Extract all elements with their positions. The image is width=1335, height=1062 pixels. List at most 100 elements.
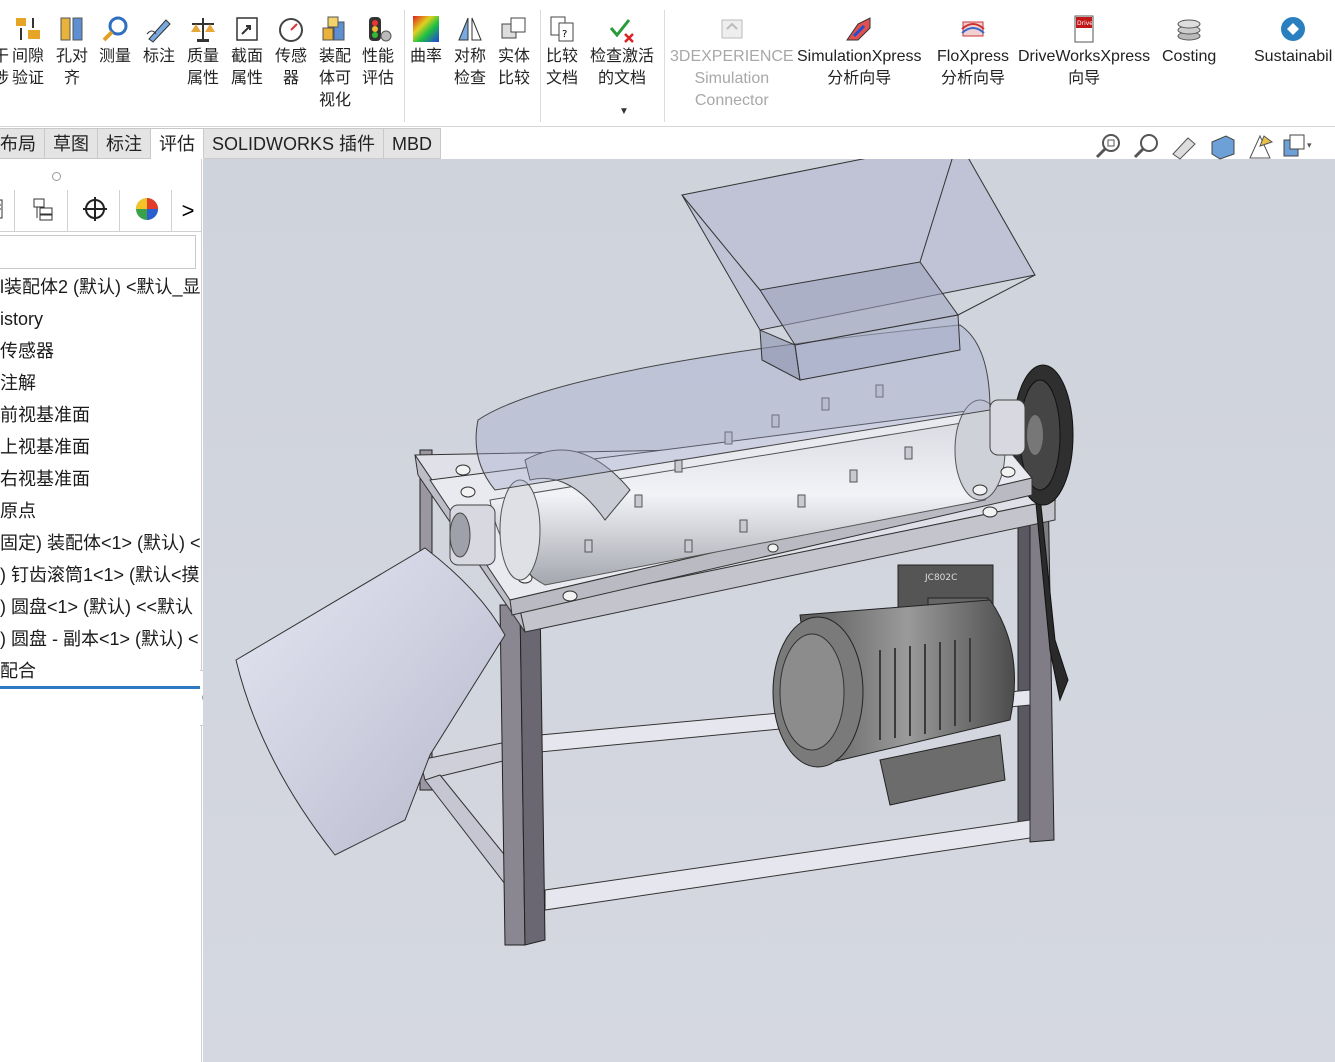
check-document-dropdown-arrow[interactable]: ▼ [619, 106, 629, 117]
panel-grip-handle[interactable] [52, 172, 61, 181]
hole-alignment-icon [57, 14, 87, 44]
model-3d-render[interactable]: JC802C [203, 159, 1335, 1062]
compare-documents-icon: ? [547, 14, 577, 44]
tree-filter-input[interactable] [0, 235, 196, 269]
property-manager-icon [30, 196, 56, 227]
tree-item-mates[interactable]: 配合 [0, 655, 202, 687]
tree-item-origin[interactable]: 原点 [0, 495, 202, 527]
tree-item-front-plane[interactable]: 前视基准面 [0, 399, 202, 431]
tree-item-history[interactable]: istory [0, 303, 202, 335]
tree-item-annotations[interactable]: 注解 [0, 367, 202, 399]
tree-item-disc[interactable]: ) 圆盘<1> (默认) <<默认 [0, 591, 202, 623]
costing-icon [1174, 14, 1204, 44]
check-active-document-icon [607, 14, 637, 44]
sensor-icon [276, 14, 306, 44]
appearance-tab[interactable] [122, 190, 172, 232]
tree-item-fixed-subassembly[interactable]: 固定) 装配体<1> (默认) < [0, 527, 202, 559]
driveworksxpress-label: DriveWorksXpress 向导 [1018, 48, 1151, 87]
clearance-verification-icon [13, 14, 43, 44]
zoom-to-fit-button[interactable] [1093, 133, 1123, 163]
symmetry-check-button[interactable]: 对称 检查 [454, 14, 486, 90]
floxpress-button[interactable]: FloXpress 分析向导 [937, 14, 1009, 90]
check-active-document-label: 检查激活 的文档 [590, 48, 655, 87]
tree-rollback-bar[interactable] [0, 686, 200, 689]
markup-label: 标注 [143, 48, 176, 65]
tree-item-top-plane[interactable]: 上视基准面 [0, 431, 202, 463]
clearance-verification-button[interactable]: 间隙 验证 [12, 14, 44, 90]
tab-evaluate[interactable]: 评估 [151, 128, 204, 159]
graphics-viewport[interactable]: JC802C [203, 159, 1335, 1062]
performance-evaluation-label: 性能 评估 [362, 48, 395, 87]
hole-alignment-button[interactable]: 孔对 齐 [56, 14, 88, 90]
compare-bodies-label: 实体 比较 [498, 48, 531, 87]
tab-mbd[interactable]: MBD [384, 128, 442, 159]
truncated-ribbon-label: 干 涉 [0, 48, 9, 87]
assembly-visualization-button[interactable]: 装配 体可 视化 [319, 14, 351, 112]
compare-documents-label: 比较 文档 [546, 48, 579, 87]
sustainability-label: Sustainabil [1254, 48, 1333, 65]
section-view-button[interactable] [1207, 133, 1237, 163]
compare-documents-button[interactable]: ? 比较 文档 [546, 14, 578, 90]
mass-properties-button[interactable]: 质量 属性 [187, 14, 219, 90]
view-orientation-icon [1246, 132, 1274, 165]
svg-text:?: ? [562, 29, 567, 40]
mass-properties-icon [188, 14, 218, 44]
previous-view-button[interactable] [1169, 133, 1199, 163]
property-manager-tab[interactable] [18, 190, 68, 232]
compare-bodies-icon [499, 14, 529, 44]
section-properties-button[interactable]: 截面 属性 [231, 14, 263, 90]
section-properties-icon [232, 14, 262, 44]
display-style-button[interactable]: ▾ [1283, 133, 1313, 163]
simulationxpress-button[interactable]: SimulationXpress 分析向导 [797, 14, 922, 90]
panel-expand-arrow[interactable]: > [174, 190, 202, 232]
driveworksxpress-icon: Drive [1069, 14, 1099, 44]
sustainability-icon [1278, 14, 1308, 44]
command-manager-ribbon: 干 涉 间隙 验证 孔对 齐 测量 标注 质量 属性 截面 属性 传感 器 装配… [0, 0, 1335, 127]
feature-manager-tab[interactable] [0, 190, 15, 232]
appearance-icon [134, 196, 160, 227]
previous-view-icon [1170, 132, 1198, 165]
markup-icon [144, 14, 174, 44]
tree-item-sensors[interactable]: 传感器 [0, 335, 202, 367]
sustainability-button[interactable]: Sustainabil [1254, 14, 1332, 68]
feature-manager-icon [0, 197, 4, 226]
costing-button[interactable]: Costing [1162, 14, 1216, 68]
curvature-button[interactable]: 曲率 [410, 14, 442, 68]
tab-markup[interactable]: 标注 [98, 128, 151, 159]
symmetry-check-icon [455, 14, 485, 44]
measure-button[interactable]: 测量 [99, 14, 131, 68]
view-orientation-button[interactable] [1245, 133, 1275, 163]
tab-layout[interactable]: 布局 [0, 128, 45, 159]
clearance-verification-label: 间隙 验证 [12, 48, 45, 87]
zoom-area-button[interactable] [1131, 133, 1161, 163]
tab-solidworks-addins[interactable]: SOLIDWORKS 插件 [204, 128, 385, 159]
assembly-visualization-icon [320, 14, 350, 44]
svg-text:Drive: Drive [1077, 20, 1093, 27]
tree-item-pin-drum[interactable]: ) 钉齿滚筒1<1> (默认<摸 [0, 559, 202, 591]
tree-item-top-assembly[interactable]: l装配体2 (默认) <默认_显 [0, 271, 202, 303]
tree-item-right-plane[interactable]: 右视基准面 [0, 463, 202, 495]
ribbon-separator [404, 10, 405, 122]
measure-label: 测量 [99, 48, 132, 65]
heads-up-view-toolbar: ▾ [1093, 133, 1313, 163]
performance-evaluation-button[interactable]: 性能 评估 [362, 14, 394, 90]
check-active-document-button[interactable]: 检查激活 的文档 [590, 14, 654, 90]
3dexperience-connector-button[interactable]: 3DEXPERIENCE Simulation Connector [670, 14, 794, 112]
command-manager-tabs: 布局 草图 标注 评估 SOLIDWORKS 插件 MBD [0, 128, 442, 159]
costing-label: Costing [1162, 48, 1217, 65]
symmetry-check-label: 对称 检查 [454, 48, 487, 87]
3dexperience-connector-icon [717, 14, 747, 44]
zoom-area-icon [1132, 132, 1160, 165]
simulationxpress-icon [844, 14, 874, 44]
driveworksxpress-button[interactable]: Drive DriveWorksXpress 向导 [1018, 14, 1150, 90]
tab-sketch[interactable]: 草图 [45, 128, 98, 159]
simulationxpress-label: SimulationXpress 分析向导 [797, 48, 922, 87]
mass-properties-label: 质量 属性 [187, 48, 220, 87]
sensor-button[interactable]: 传感 器 [275, 14, 307, 90]
electric-motor: JC802C [772, 564, 1015, 806]
markup-button[interactable]: 标注 [143, 14, 175, 68]
tree-item-disc-copy[interactable]: ) 圆盘 - 副本<1> (默认) < [0, 623, 202, 655]
configuration-manager-tab[interactable] [70, 190, 120, 232]
curvature-label: 曲率 [410, 48, 443, 65]
compare-bodies-button[interactable]: 实体 比较 [498, 14, 530, 90]
